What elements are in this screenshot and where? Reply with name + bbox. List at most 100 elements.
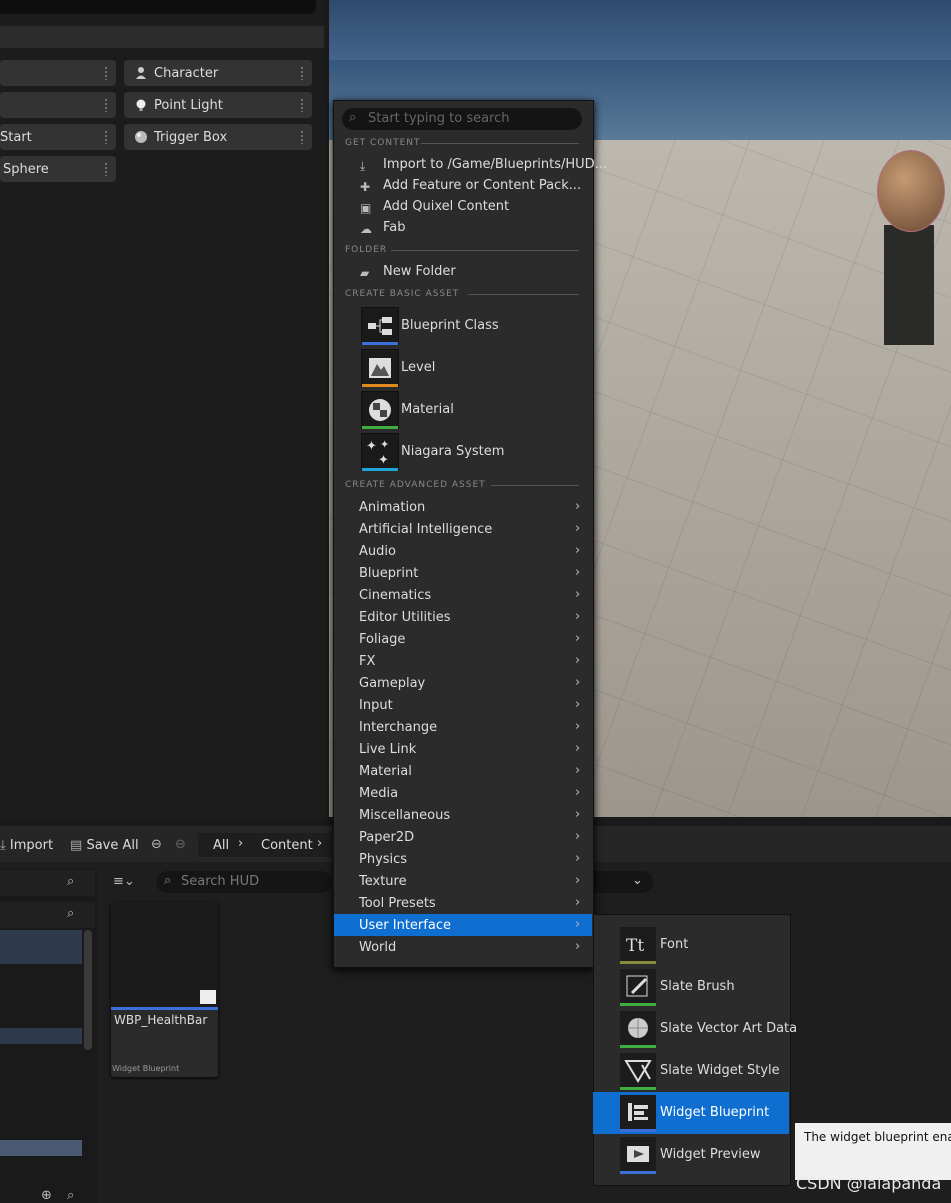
viewport-sky <box>329 0 951 60</box>
drag-grip-icon[interactable] <box>300 66 304 80</box>
menu-item-editor-utilities[interactable]: Editor Utilities <box>359 610 451 625</box>
menu-item-texture[interactable]: Texture <box>359 874 407 889</box>
actor-tile-trigger-box[interactable]: Trigger Box <box>124 124 312 150</box>
submenu-item-widget-blueprint[interactable]: Widget Blueprint <box>660 1105 769 1120</box>
drag-grip-icon[interactable] <box>300 98 304 112</box>
menu-item-animation[interactable]: Animation <box>359 500 425 515</box>
search-icon: ⌕ <box>349 110 357 125</box>
chevron-down-icon[interactable]: ⌄ <box>632 873 643 888</box>
drag-grip-icon[interactable] <box>104 162 108 176</box>
svg-text:✦: ✦ <box>380 438 389 451</box>
tooltip: The widget blueprint enable <box>795 1123 951 1180</box>
import-button[interactable]: ⤓ Import <box>0 838 53 853</box>
section-divider <box>391 250 579 251</box>
search-icon[interactable]: ⌕ <box>67 906 74 921</box>
folder-tree-item[interactable] <box>0 1140 82 1156</box>
menu-search-input[interactable]: ⌕ Start typing to search <box>342 108 582 130</box>
actor-tile-partial-1[interactable] <box>0 60 116 86</box>
breadcrumb-chevron-icon: › <box>238 836 244 851</box>
chevron-right-icon: › <box>575 763 581 778</box>
back-arrow-icon[interactable]: ⊖ <box>151 837 162 852</box>
menu-item-artificial-intelligence[interactable]: Artificial Intelligence <box>359 522 492 537</box>
section-create-basic: CREATE BASIC ASSET <box>345 289 460 299</box>
chevron-right-icon: › <box>575 829 581 844</box>
actor-tile-player-start[interactable]: Start <box>0 124 116 150</box>
menu-item-blueprint[interactable]: Blueprint <box>359 566 418 581</box>
submenu-item-slate-vector-art[interactable]: Slate Vector Art Data <box>660 1021 797 1036</box>
actor-tile-character[interactable]: Character <box>124 60 312 86</box>
menu-item-interchange[interactable]: Interchange <box>359 720 437 735</box>
menu-item-cinematics[interactable]: Cinematics <box>359 588 431 603</box>
menu-item-world[interactable]: World <box>359 940 396 955</box>
blueprint-class-icon <box>361 307 399 345</box>
sources-scrollbar[interactable] <box>84 930 92 1050</box>
search-icon[interactable]: ⌕ <box>67 1188 74 1203</box>
asset-search-input-end[interactable]: ⌄ <box>592 871 653 893</box>
menu-item-import[interactable]: Import to /Game/Blueprints/HUD... <box>383 157 607 172</box>
menu-item-foliage[interactable]: Foliage <box>359 632 405 647</box>
menu-item-niagara-system[interactable]: Niagara System <box>401 444 504 459</box>
save-icon: ▤ <box>70 838 83 853</box>
submenu-item-font[interactable]: Font <box>660 937 688 952</box>
chevron-right-icon: › <box>575 851 581 866</box>
svg-text:Tt: Tt <box>626 936 644 956</box>
search-icon[interactable]: ⌕ <box>67 874 74 889</box>
menu-item-add-feature-pack[interactable]: Add Feature or Content Pack... <box>383 178 581 193</box>
menu-item-media[interactable]: Media <box>359 786 398 801</box>
chevron-right-icon: › <box>575 741 581 756</box>
drag-grip-icon[interactable] <box>104 98 108 112</box>
menu-item-physics[interactable]: Physics <box>359 852 407 867</box>
actor-tile-label: Character <box>154 65 219 81</box>
actor-tile-label: Point Light <box>154 97 223 113</box>
menu-item-material[interactable]: Material <box>359 764 412 779</box>
menu-item-user-interface[interactable]: User Interface <box>359 918 451 933</box>
filter-icon[interactable]: ≡⌄ <box>113 874 135 889</box>
drag-grip-icon[interactable] <box>300 130 304 144</box>
submenu-item-widget-preview[interactable]: Widget Preview <box>660 1147 761 1162</box>
level-icon <box>361 349 399 387</box>
save-all-label: Save All <box>86 838 139 853</box>
section-divider <box>491 485 579 486</box>
menu-item-blueprint-class[interactable]: Blueprint Class <box>401 318 499 333</box>
trigger-box-icon <box>135 131 147 143</box>
menu-item-tool-presets[interactable]: Tool Presets <box>359 896 436 911</box>
menu-item-gameplay[interactable]: Gameplay <box>359 676 425 691</box>
menu-item-audio[interactable]: Audio <box>359 544 396 559</box>
menu-item-new-folder[interactable]: New Folder <box>383 264 456 279</box>
svg-text:✦: ✦ <box>366 439 377 454</box>
menu-item-level[interactable]: Level <box>401 360 435 375</box>
breadcrumb-content[interactable]: Content <box>261 838 313 853</box>
save-all-button[interactable]: ▤ Save All <box>70 838 139 853</box>
drag-grip-icon[interactable] <box>104 130 108 144</box>
new-folder-icon: ▰ <box>360 266 370 280</box>
menu-item-miscellaneous[interactable]: Miscellaneous <box>359 808 450 823</box>
menu-item-add-quixel[interactable]: Add Quixel Content <box>383 199 509 214</box>
slate-vector-icon <box>620 1011 656 1048</box>
actor-tile-partial-2[interactable] <box>0 92 116 118</box>
add-icon[interactable]: ⊕ <box>41 1188 52 1203</box>
actor-tile-label: Sphere <box>3 161 49 177</box>
chevron-right-icon: › <box>575 521 581 536</box>
folder-tree-item[interactable] <box>0 1028 82 1044</box>
asset-search-placeholder: Search HUD <box>181 874 260 889</box>
asset-search-input[interactable]: ⌕ Search HUD <box>156 871 332 893</box>
menu-item-fx[interactable]: FX <box>359 654 375 669</box>
actor-tile-point-light[interactable]: Point Light <box>124 92 312 118</box>
forward-arrow-icon[interactable]: ⊖ <box>175 837 186 852</box>
menu-item-paper2d[interactable]: Paper2D <box>359 830 414 845</box>
folder-tree-selected[interactable] <box>0 930 82 964</box>
menu-item-fab[interactable]: Fab <box>383 220 406 235</box>
actor-tile-sphere[interactable]: Sphere <box>0 156 116 182</box>
drag-grip-icon[interactable] <box>104 66 108 80</box>
submenu-item-slate-brush[interactable]: Slate Brush <box>660 979 735 994</box>
viewport-pedestal <box>884 225 934 345</box>
submenu-item-slate-widget-style[interactable]: Slate Widget Style <box>660 1063 780 1078</box>
menu-item-live-link[interactable]: Live Link <box>359 742 416 757</box>
menu-item-input[interactable]: Input <box>359 698 393 713</box>
chevron-right-icon: › <box>575 895 581 910</box>
widget-preview-icon <box>620 1137 656 1174</box>
asset-type-color-bar <box>111 1007 218 1010</box>
chevron-right-icon: › <box>575 939 581 954</box>
menu-item-material[interactable]: Material <box>401 402 454 417</box>
breadcrumb-all[interactable]: All <box>213 838 229 853</box>
